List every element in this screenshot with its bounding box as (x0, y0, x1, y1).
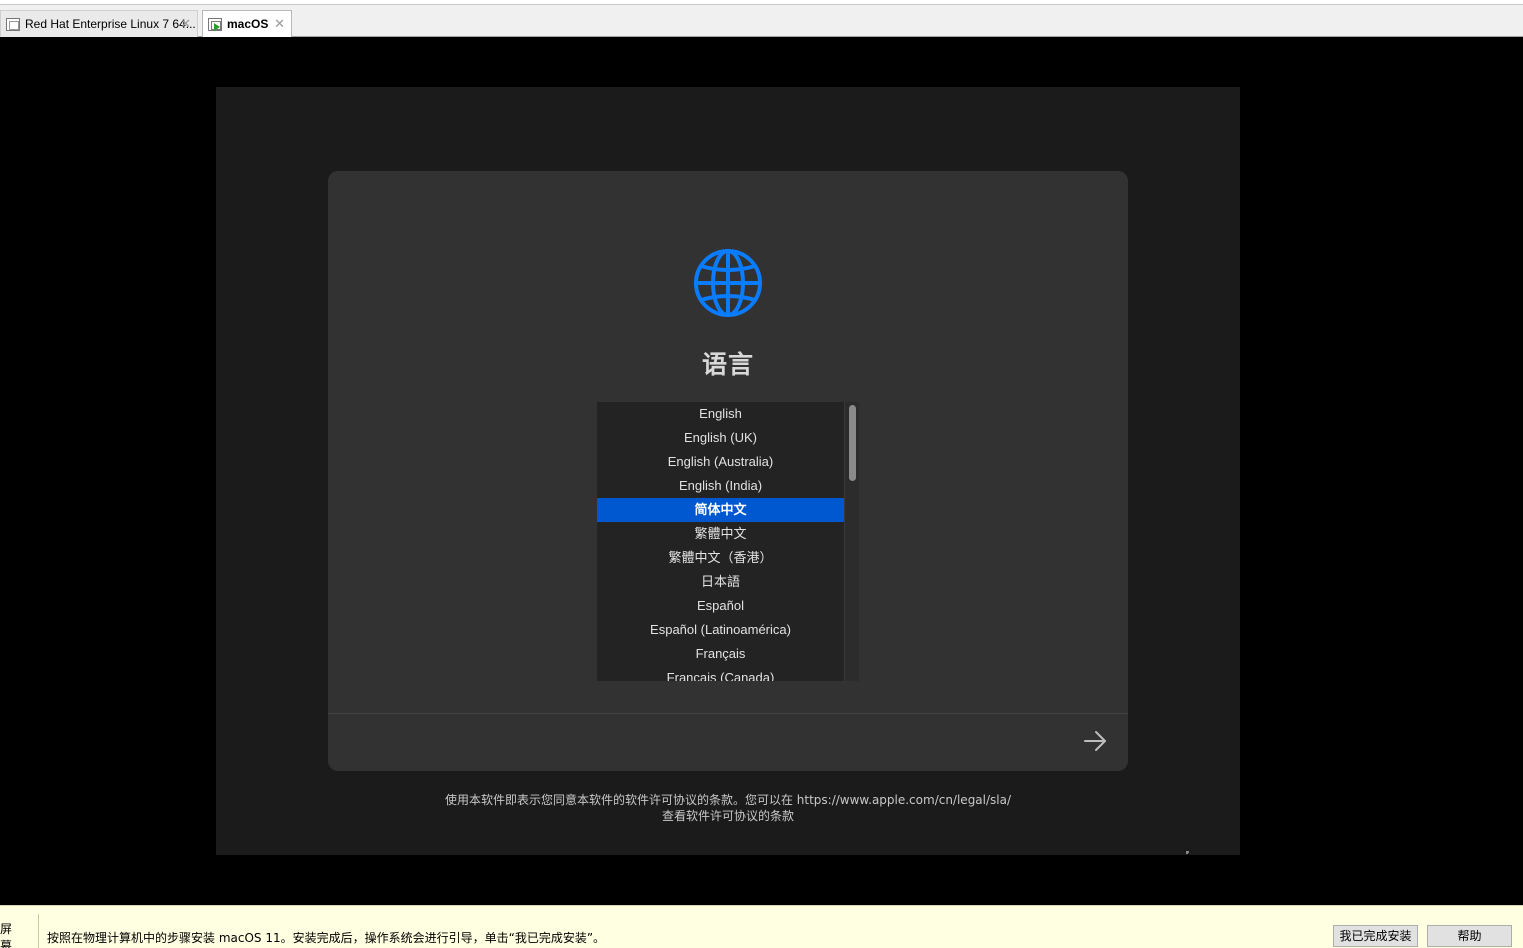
vmware-window: Red Hat Enterprise Linux 7 64... ✕ macOS… (0, 0, 1523, 948)
tab-label: macOS (227, 17, 269, 31)
close-icon[interactable]: ✕ (274, 16, 285, 32)
list-item[interactable]: 简体中文 (597, 498, 844, 522)
hint-message: 按照在物理计算机中的步骤安装 macOS 11。安装完成后，操作系统会进行引导，… (47, 931, 606, 945)
divider (328, 713, 1128, 714)
list-item[interactable]: Español (Latinoamérica) (597, 618, 844, 642)
list-item[interactable]: English (UK) (597, 426, 844, 450)
list-item[interactable]: English (597, 402, 844, 426)
globe-icon (694, 249, 762, 317)
list-item[interactable]: Français (Canada) (597, 666, 844, 681)
vm-display[interactable]: 语言 Français (Canada) Français Español (Lat… (216, 87, 1240, 855)
language-list[interactable]: Français (Canada) Français Español (Latino… (597, 402, 859, 681)
tab-label: Red Hat Enterprise Linux 7 64... (25, 17, 196, 31)
help-button[interactable]: 帮助 (1427, 925, 1512, 947)
list-item[interactable]: 繁體中文 (597, 522, 844, 546)
hint-fragment: 屏幕 (0, 922, 13, 948)
arrow-right-icon[interactable] (1082, 729, 1108, 753)
divider (38, 914, 39, 948)
list-item[interactable]: 繁體中文（香港） (597, 546, 844, 570)
mouse-cursor (1186, 851, 1189, 854)
done-install-button[interactable]: 我已完成安装 (1333, 925, 1418, 947)
scrollbar-thumb[interactable] (849, 405, 856, 481)
hint-bar: 屏幕 按照在物理计算机中的步骤安装 macOS 11。安装完成后，操作系统会进行… (0, 905, 1523, 948)
license-text: 使用本软件即表示您同意本软件的软件许可协议的条款。您可以在 https://ww… (444, 793, 1012, 807)
list-item[interactable]: Français (597, 642, 844, 666)
tab-macos[interactable]: macOS ✕ (202, 10, 292, 37)
license-link[interactable]: 查看软件许可协议的条款 (216, 807, 1240, 824)
vm-icon (6, 17, 20, 31)
close-icon[interactable]: ✕ (180, 16, 191, 32)
vm-running-icon (208, 17, 222, 31)
list-item[interactable]: English (India) (597, 474, 844, 498)
language-panel: 语言 Français (Canada) Français Español (Lat… (328, 171, 1128, 771)
list-item[interactable]: Español (597, 594, 844, 618)
list-item[interactable]: English (Australia) (597, 450, 844, 474)
scrollbar[interactable] (844, 402, 859, 681)
page-title: 语言 (701, 350, 754, 379)
list-item[interactable]: 日本語 (597, 570, 844, 594)
tab-bar: Red Hat Enterprise Linux 7 64... ✕ macOS… (0, 0, 1523, 37)
tab-rhel[interactable]: Red Hat Enterprise Linux 7 64... ✕ (0, 10, 198, 37)
